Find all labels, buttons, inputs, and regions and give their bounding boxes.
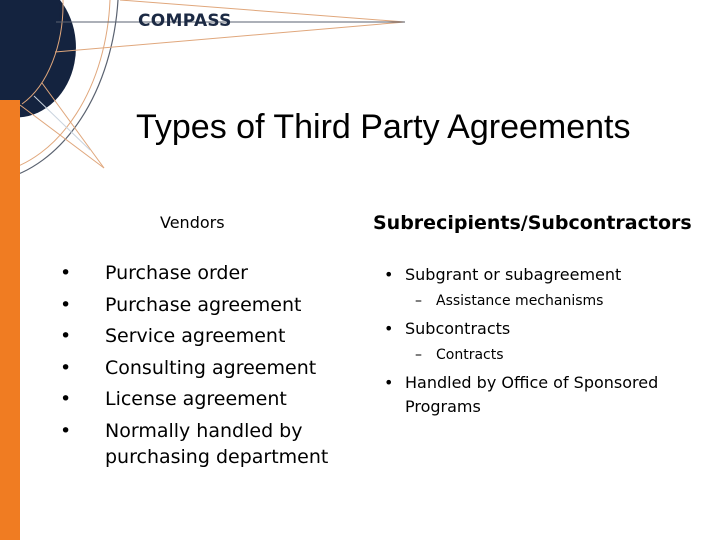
orange-side-bar xyxy=(0,100,20,540)
bullet-icon: • xyxy=(60,388,72,410)
list-item-text: Normally handled by purchasing departmen… xyxy=(105,419,329,468)
compass-logo: COMPASS xyxy=(138,11,232,31)
list-item-text: Service agreement xyxy=(105,325,286,347)
list-item-text: Consulting agreement xyxy=(105,356,317,379)
list-item: • Purchase order xyxy=(60,260,350,286)
list-item: • Normally handled by purchasing departme… xyxy=(60,418,350,470)
list-item: • Service agreement xyxy=(60,323,350,349)
sub-list-item: – Assistance mechanisms xyxy=(405,292,684,310)
bullet-icon: • xyxy=(384,373,394,392)
list-item: • Subcontracts – Contracts xyxy=(384,317,684,364)
list-item-text: Subgrant or subagreement xyxy=(405,265,622,284)
vendors-heading: Vendors xyxy=(160,213,225,232)
list-item-text: Purchase order xyxy=(105,262,248,284)
subrecipients-heading: Subrecipients/Subcontractors xyxy=(373,212,692,234)
bullet-icon: • xyxy=(60,262,72,284)
dash-icon: – xyxy=(415,293,422,309)
ray-1 xyxy=(41,82,105,169)
sub-list-item-text: Contracts xyxy=(436,347,504,363)
subrecipients-list: • Subgrant or subagreement – Assistance … xyxy=(384,263,684,419)
list-item: • Purchase agreement xyxy=(60,292,350,318)
sub-list-item-text: Assistance mechanisms xyxy=(436,293,604,309)
dash-icon: – xyxy=(415,347,422,363)
bullet-icon: • xyxy=(60,356,72,379)
list-item-text: Handled by Office of Sponsored Programs xyxy=(405,373,659,416)
bullet-icon: • xyxy=(384,265,394,284)
vendors-list: • Purchase order • Purchase agreement • Ser… xyxy=(60,260,350,475)
list-item-text: Purchase agreement xyxy=(105,293,302,316)
list-item-text: Subcontracts xyxy=(405,319,511,338)
bullet-icon: • xyxy=(60,293,72,316)
list-item-text: License agreement xyxy=(105,388,287,410)
sub-list-item: – Contracts xyxy=(405,346,684,364)
compass-decoration xyxy=(0,0,406,181)
list-item: • Subgrant or subagreement – Assistance … xyxy=(384,263,684,310)
bullet-icon: • xyxy=(60,325,72,347)
slide-title: Types of Third Party Agreements xyxy=(136,108,631,146)
list-item: • License agreement xyxy=(60,386,350,412)
list-item: • Handled by Office of Sponsored Program… xyxy=(384,371,684,419)
list-item: • Consulting agreement xyxy=(60,355,350,381)
bullet-icon: • xyxy=(384,319,394,338)
bullet-icon: • xyxy=(60,419,72,442)
